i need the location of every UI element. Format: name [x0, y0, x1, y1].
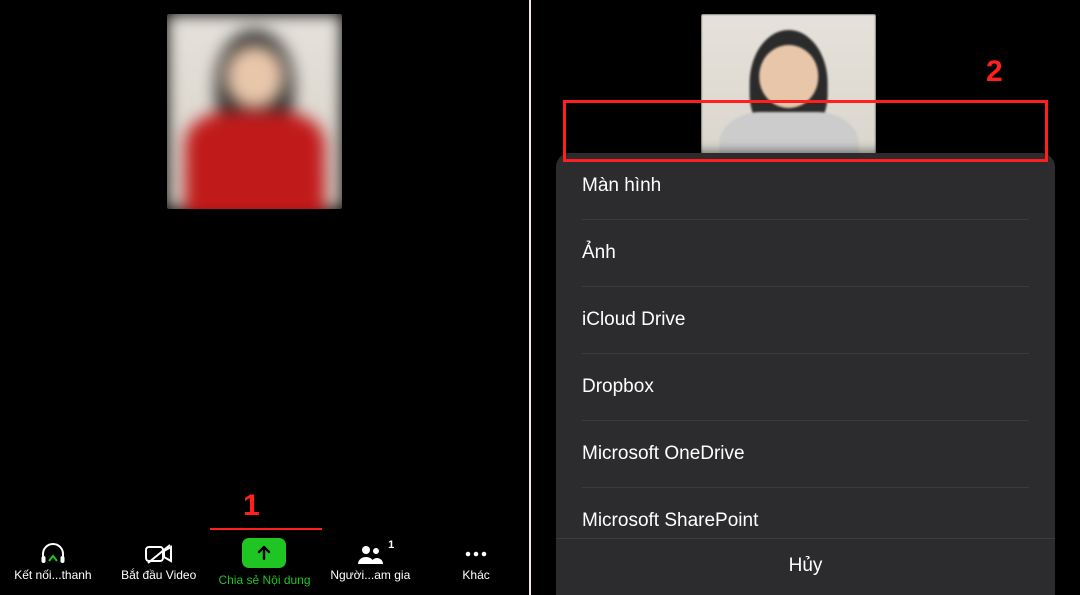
cancel-button[interactable]: Hủy: [556, 538, 1055, 595]
screenshot-step-2: 2 Màn hình Ảnh iCloud Drive Dropbox Micr…: [531, 0, 1080, 595]
participant-video-thumb: [167, 14, 342, 209]
share-option-sharepoint[interactable]: Microsoft SharePoint: [582, 488, 1029, 538]
participants-label: Người...am gia: [330, 568, 410, 582]
share-content-button[interactable]: Chia sẻ Nội dung: [212, 530, 318, 595]
video-camera-icon: [145, 543, 173, 565]
share-option-dropbox[interactable]: Dropbox: [582, 354, 1029, 421]
video-label: Bắt đầu Video: [121, 568, 196, 582]
headphones-icon: [39, 543, 67, 565]
participants-button[interactable]: 1 Người...am gia: [317, 530, 423, 595]
share-arrow-icon: [242, 538, 286, 568]
share-option-onedrive[interactable]: Microsoft OneDrive: [582, 421, 1029, 488]
participants-count-badge: 1: [388, 539, 394, 551]
annotation-number-2: 2: [986, 55, 1003, 89]
video-button[interactable]: Bắt đầu Video: [106, 530, 212, 595]
more-button[interactable]: Khác: [423, 530, 529, 595]
share-label: Chia sẻ Nội dung: [218, 573, 310, 587]
share-option-screen[interactable]: Màn hình: [582, 153, 1029, 220]
share-content-sheet: Màn hình Ảnh iCloud Drive Dropbox Micros…: [556, 153, 1055, 595]
more-label: Khác: [462, 568, 489, 582]
annotation-number-1: 1: [243, 489, 260, 523]
audio-button[interactable]: Kết nối...thanh: [0, 530, 106, 595]
share-option-icloud[interactable]: iCloud Drive: [582, 287, 1029, 354]
screenshot-step-1: 1 Kết nối...thanh: [0, 0, 531, 595]
audio-label: Kết nối...thanh: [14, 568, 91, 582]
share-option-photo[interactable]: Ảnh: [582, 220, 1029, 287]
more-dots-icon: [462, 543, 490, 565]
participants-icon: 1: [356, 543, 384, 565]
meeting-toolbar: Kết nối...thanh Bắt đầu Video: [0, 530, 529, 595]
